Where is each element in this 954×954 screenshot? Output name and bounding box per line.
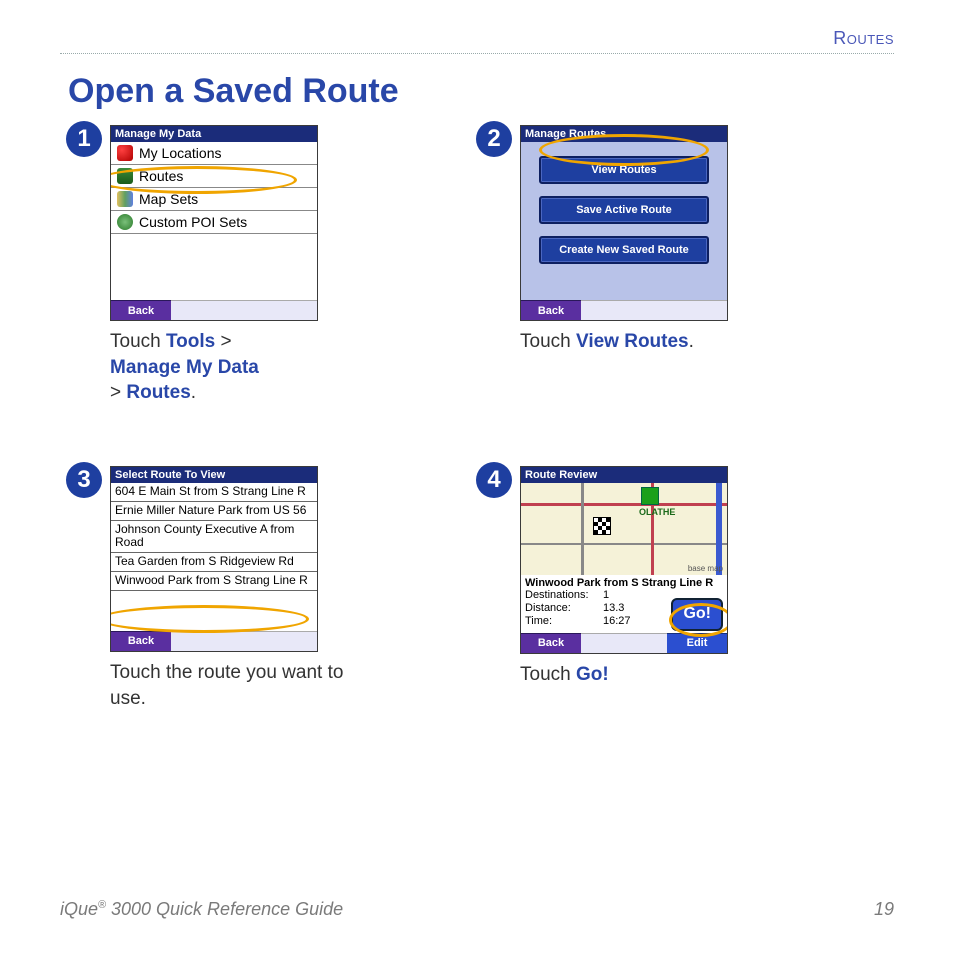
window-title: Route Review [521,467,727,483]
map-place-label: OLATHE [639,507,675,517]
route-list-item[interactable]: Tea Garden from S Ridgeview Rd [111,553,317,572]
divider [60,53,894,54]
list-item-label: Custom POI Sets [139,214,247,230]
screenshot-manage-routes: Manage Routes View Routes Save Active Ro… [520,125,728,321]
list-item[interactable]: My Locations [111,142,317,165]
route-list-item[interactable]: Johnson County Executive A from Road [111,521,317,554]
section-header: Routes [60,28,894,49]
back-button[interactable]: Back [111,300,171,320]
step-3: 3 Select Route To View 604 E Main St fro… [66,466,366,711]
list-item-label: Routes [139,168,183,184]
list-item[interactable]: Map Sets [111,188,317,211]
screenshot-select-route: Select Route To View 604 E Main St from … [110,466,318,652]
flag-start-icon [641,487,659,505]
back-button[interactable]: Back [111,631,171,651]
page-number: 19 [874,899,894,920]
go-button[interactable]: Go! [671,598,723,630]
step-badge: 2 [476,121,512,157]
route-list-item[interactable]: 604 E Main St from S Strang Line R [111,483,317,502]
bottom-bar-spacer [171,300,317,320]
view-routes-button[interactable]: View Routes [539,156,709,184]
list-item-label: Map Sets [139,191,198,207]
window-title: Manage My Data [111,126,317,142]
window-title: Select Route To View [111,467,317,483]
dist-value: 13.3 [603,602,624,614]
bottom-bar-spacer [581,300,727,320]
map-icon [117,191,133,207]
step-caption: Touch the route you want to use. [110,660,366,711]
kw-go: Go! [576,664,609,685]
step-caption: Touch View Routes. [520,329,728,355]
dist-label: Distance: [525,602,603,615]
dest-value: 1 [603,589,609,601]
step-caption: Touch Go! [520,662,728,688]
poi-icon [117,214,133,230]
footer: iQue® 3000 Quick Reference Guide 19 [60,899,894,920]
heart-icon [117,145,133,161]
time-value: 16:27 [603,615,631,627]
step-badge: 4 [476,462,512,498]
step-4: 4 Route Review OLATHE base map Winwood P… [476,466,776,711]
route-name: Winwood Park from S Strang Line R [525,577,723,589]
kw-tools: Tools [166,331,215,352]
list-item-label: My Locations [139,145,221,161]
list-item-routes[interactable]: Routes [111,165,317,188]
back-button[interactable]: Back [521,633,581,653]
screenshot-manage-my-data: Manage My Data My Locations Routes Map S… [110,125,318,321]
edit-button[interactable]: Edit [667,633,727,653]
bottom-bar-spacer [171,631,317,651]
back-button[interactable]: Back [521,300,581,320]
step-badge: 1 [66,121,102,157]
map-preview: OLATHE base map [521,483,727,575]
step-badge: 3 [66,462,102,498]
list-item[interactable]: Custom POI Sets [111,211,317,234]
step-caption: Touch Tools > Manage My Data > Routes. [110,329,318,406]
save-active-route-button[interactable]: Save Active Route [539,196,709,224]
kw-routes: Routes [126,382,190,403]
create-new-saved-route-button[interactable]: Create New Saved Route [539,236,709,264]
screen-body: View Routes Save Active Route Create New… [521,142,727,300]
basemap-label: base map [688,564,723,573]
screenshot-route-review: Route Review OLATHE base map Winwood Par… [520,466,728,654]
dest-label: Destinations: [525,589,603,602]
route-list-item[interactable]: Ernie Miller Nature Park from US 56 [111,502,317,521]
kw-view-routes: View Routes [576,331,689,352]
kw-manage-my-data: Manage My Data [110,357,259,378]
steps-grid: 1 Manage My Data My Locations Routes Map [66,125,894,711]
route-info: Winwood Park from S Strang Line R Destin… [521,575,727,633]
step-2: 2 Manage Routes View Routes Save Active … [476,125,776,406]
page-title: Open a Saved Route [68,72,894,111]
window-title: Manage Routes [521,126,727,142]
route-icon [117,168,133,184]
time-label: Time: [525,615,603,628]
bottom-bar-spacer [581,633,667,653]
route-list-item[interactable]: Winwood Park from S Strang Line R [111,572,317,591]
highlight-oval [110,605,309,633]
flag-checkered-icon [593,517,611,535]
step-1: 1 Manage My Data My Locations Routes Map [66,125,366,406]
product-name: iQue® 3000 Quick Reference Guide [60,899,343,920]
